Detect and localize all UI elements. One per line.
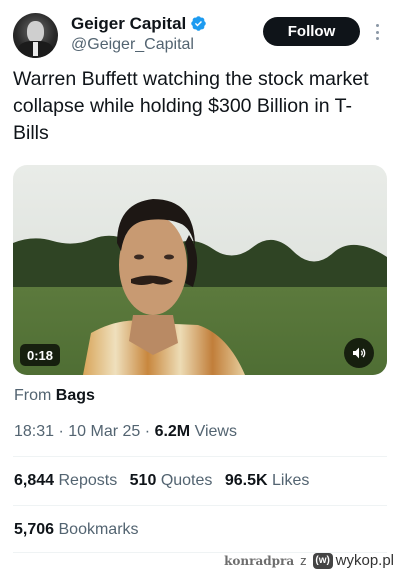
reposts-label: Reposts xyxy=(58,472,118,489)
engagement-stats: 6,844 Reposts 510 Quotes 96.5K Likes xyxy=(14,472,309,490)
tweet-meta: 18:31 · 10 Mar 25 · 6.2M Views xyxy=(14,423,237,441)
divider xyxy=(13,456,387,457)
quotes-stat[interactable]: 510 Quotes xyxy=(130,472,213,489)
views-label: Views xyxy=(194,423,237,440)
volume-icon[interactable] xyxy=(344,338,374,368)
author-handle[interactable]: @Geiger_Capital xyxy=(71,36,194,54)
tweet-header: Geiger Capital @Geiger_Capital Follow xyxy=(0,0,400,62)
likes-stat[interactable]: 96.5K Likes xyxy=(225,472,310,489)
video-duration-badge: 0:18 xyxy=(20,344,61,366)
likes-count: 96.5K xyxy=(224,472,268,489)
wykop-logo-icon: (w) xyxy=(312,552,333,569)
tweet-text: Warren Buffett watching the stock market… xyxy=(13,68,369,144)
author-name[interactable]: Geiger Capital xyxy=(71,14,186,34)
likes-label: Likes xyxy=(272,472,310,489)
wykop-logo: (w) wykop.pl xyxy=(312,552,394,569)
divider xyxy=(13,505,387,506)
tweet-date[interactable]: 10 Mar 25 xyxy=(68,423,140,440)
verified-badge-icon xyxy=(191,16,206,31)
watermark-user: konradpra xyxy=(224,553,295,568)
watermark-site: wykop.pl xyxy=(335,552,394,569)
watermark: konradpra z (w) wykop.pl xyxy=(224,552,394,569)
bookmarks-count: 5,706 xyxy=(14,521,55,538)
meta-separator-dot: · xyxy=(144,423,151,440)
avatar-tie xyxy=(33,42,38,56)
meta-separator-dot: · xyxy=(58,423,64,440)
avatar-face xyxy=(27,21,44,43)
volume-glyph xyxy=(353,347,366,359)
quotes-label: Quotes xyxy=(160,472,213,489)
avatar[interactable] xyxy=(13,13,58,58)
source-prefix: From xyxy=(14,387,52,404)
source-line: From Bags xyxy=(14,387,95,405)
watermark-z: z xyxy=(300,553,307,568)
reposts-count: 6,844 xyxy=(14,472,55,489)
video-frame xyxy=(13,165,387,375)
tweet-time[interactable]: 18:31 xyxy=(14,423,54,440)
bookmarks-stat[interactable]: 5,706 Bookmarks xyxy=(14,521,139,539)
reposts-stat[interactable]: 6,844 Reposts xyxy=(14,472,117,489)
follow-button[interactable]: Follow xyxy=(263,17,360,46)
source-link[interactable]: Bags xyxy=(56,387,95,404)
video-player[interactable] xyxy=(13,165,387,375)
bookmarks-label: Bookmarks xyxy=(58,521,139,538)
quotes-count: 510 xyxy=(129,472,157,489)
views-count: 6.2M xyxy=(154,423,191,440)
more-options-icon[interactable] xyxy=(371,21,383,43)
